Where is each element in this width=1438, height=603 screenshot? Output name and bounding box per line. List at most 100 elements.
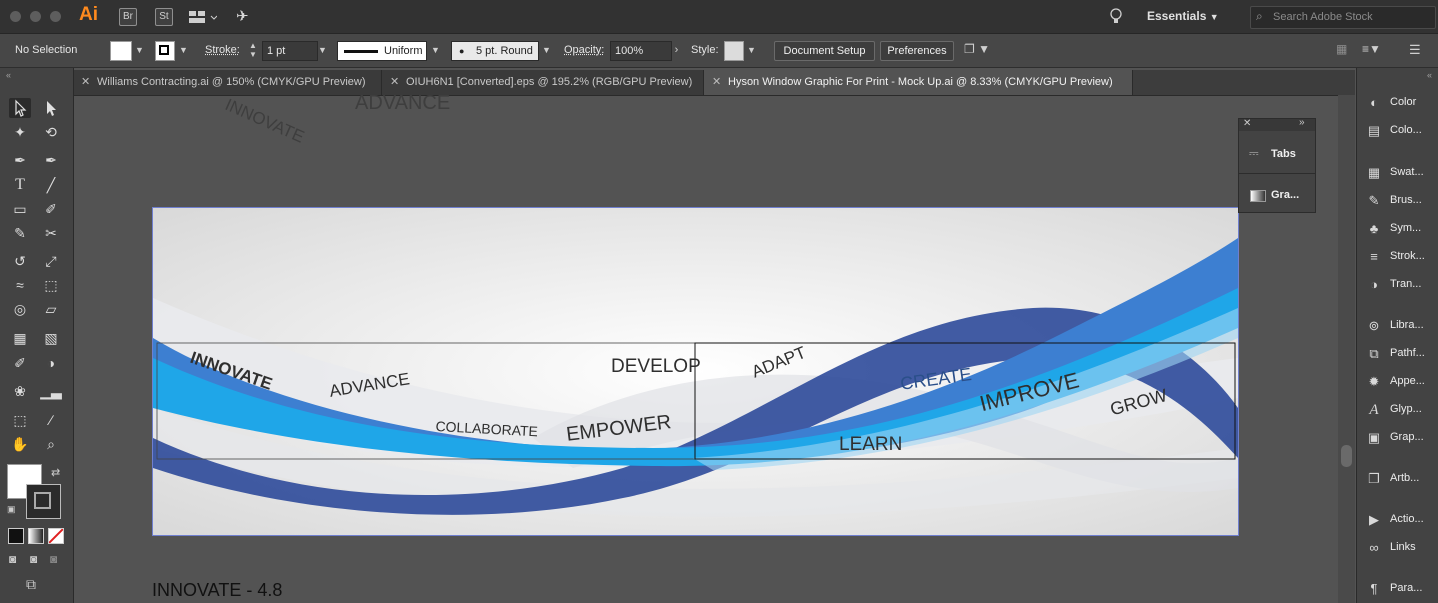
symbol-sprayer-tool-icon[interactable]: ❀ xyxy=(9,381,31,401)
close-tab-icon[interactable]: ✕ xyxy=(712,70,722,95)
stock-button[interactable]: St xyxy=(155,8,173,26)
change-screen-mode-icon[interactable]: ⧉ xyxy=(26,576,36,593)
stroke-swatch[interactable] xyxy=(155,41,175,61)
gpu-performance-icon[interactable]: ✈ xyxy=(236,7,256,25)
fill-dropdown-icon[interactable]: ▼ xyxy=(133,41,146,59)
bridge-button[interactable]: Br xyxy=(119,8,137,26)
default-fill-stroke-icon[interactable]: ▣ xyxy=(7,504,16,515)
rectangle-tool-icon[interactable]: ▭ xyxy=(9,199,31,219)
rotate-tool-icon[interactable]: ↺ xyxy=(9,251,31,271)
artboard-tool-icon[interactable]: ⬚ xyxy=(9,410,31,430)
scissors-tool-icon[interactable]: ✂ xyxy=(40,223,62,243)
curvature-tool-icon[interactable]: ✒ xyxy=(40,150,62,170)
workspace-switcher[interactable]: Essentials ▼ xyxy=(1147,9,1219,23)
panel-symbols[interactable]: ♣ Sym... xyxy=(1365,218,1437,240)
stock-search-input[interactable]: ⌕ Search Adobe Stock xyxy=(1250,6,1436,29)
panel-graphic-styles[interactable]: ▣ Grap... xyxy=(1365,427,1437,449)
panel-actions[interactable]: ▶ Actio... xyxy=(1365,509,1437,531)
artboard[interactable]: INNOVATE ADVANCE COLLABORATE EMPOWER DEV… xyxy=(152,207,1239,536)
stroke-color-dropdown-icon[interactable]: ▼ xyxy=(177,41,190,59)
brush-definition[interactable]: ● 5 pt. Round xyxy=(451,41,539,61)
direct-selection-tool-icon[interactable] xyxy=(40,98,62,118)
gradient-tool-icon[interactable]: ▧ xyxy=(40,328,62,348)
minimize-window-icon[interactable] xyxy=(30,11,41,22)
mesh-tool-icon[interactable]: ▦ xyxy=(9,328,31,348)
close-window-icon[interactable] xyxy=(10,11,21,22)
scale-tool-icon[interactable]: ⤢ xyxy=(40,251,62,271)
draw-inside-icon[interactable]: ◙ xyxy=(50,552,57,566)
expand-panel-icon[interactable]: » xyxy=(1299,117,1305,128)
align-icon[interactable]: ▦ xyxy=(1336,42,1350,58)
variable-width-profile[interactable]: Uniform xyxy=(337,41,427,61)
panel-artboards[interactable]: ❐ Artb... xyxy=(1365,468,1437,490)
column-graph-tool-icon[interactable]: ▁▃ xyxy=(40,381,62,401)
color-mode-icon[interactable] xyxy=(8,528,24,544)
panel-links[interactable]: ∞ Links xyxy=(1365,537,1437,559)
stroke-weight-field[interactable]: 1 pt xyxy=(262,41,318,61)
panel-color[interactable]: ◐ Color xyxy=(1365,92,1437,114)
slice-tool-icon[interactable]: ∕ xyxy=(40,410,62,430)
panel-swatches[interactable]: ▦ Swat... xyxy=(1365,162,1437,184)
panel-stroke[interactable]: ≡ Strok... xyxy=(1365,246,1437,268)
panel-pathfinder[interactable]: ⧉ Pathf... xyxy=(1365,343,1437,365)
blend-tool-icon[interactable]: ◑ xyxy=(40,353,62,373)
pen-tool-icon[interactable]: ✒ xyxy=(9,150,31,170)
profile-dropdown-icon[interactable]: ▼ xyxy=(429,41,442,59)
panel-appearance[interactable]: ✹ Appe... xyxy=(1365,371,1437,393)
close-panel-icon[interactable]: ✕ xyxy=(1243,118,1251,129)
panel-brushes[interactable]: ✎ Brus... xyxy=(1365,190,1437,212)
panel-paragraph[interactable]: ¶ Para... xyxy=(1365,578,1437,600)
shape-builder-tool-icon[interactable]: ◎ xyxy=(9,299,31,319)
expand-dock-icon[interactable]: « xyxy=(1427,70,1432,80)
arrange-documents-button[interactable] xyxy=(189,9,218,25)
swap-fill-stroke-icon[interactable]: ⇄ xyxy=(51,466,60,479)
selection-tool-icon[interactable] xyxy=(9,98,31,118)
document-setup-button[interactable]: Document Setup xyxy=(774,41,875,61)
tabs-panel-button[interactable]: ⎓ Tabs xyxy=(1247,145,1311,165)
perspective-grid-tool-icon[interactable]: ▱ xyxy=(40,299,62,319)
vertical-scrollbar[interactable] xyxy=(1338,95,1355,603)
panel-header[interactable]: ✕ » xyxy=(1239,117,1315,131)
arrange-icon[interactable]: ❐ ▼ xyxy=(964,42,994,60)
gradient-mode-icon[interactable] xyxy=(28,528,44,544)
free-transform-tool-icon[interactable]: ⬚ xyxy=(40,275,62,295)
zoom-tool-icon[interactable]: ⌕ xyxy=(40,434,62,454)
preferences-button[interactable]: Preferences xyxy=(880,41,954,61)
lasso-tool-icon[interactable]: ⟲ xyxy=(40,122,62,142)
tab-williams-contracting[interactable]: ✕ Williams Contracting.ai @ 150% (CMYK/GP… xyxy=(73,70,382,95)
draw-normal-icon[interactable]: ◙ xyxy=(9,552,16,566)
type-tool-icon[interactable]: T xyxy=(9,175,31,195)
panel-color-guide[interactable]: ▤ Colo... xyxy=(1365,120,1437,142)
style-dropdown-icon[interactable]: ▼ xyxy=(745,41,758,59)
eyedropper-tool-icon[interactable]: ✐ xyxy=(9,353,31,373)
gradient-panel-button[interactable]: Gra... xyxy=(1247,186,1311,206)
fill-swatch[interactable] xyxy=(110,41,132,61)
panel-transparency[interactable]: ◑ Tran... xyxy=(1365,274,1437,296)
opacity-slider-arrow-icon[interactable]: › xyxy=(670,41,683,59)
stroke-color-box[interactable] xyxy=(26,484,61,519)
line-segment-tool-icon[interactable]: ╱ xyxy=(40,175,62,195)
lightbulb-icon[interactable] xyxy=(1109,7,1123,25)
stroke-weight-stepper[interactable]: ▲ ▼ xyxy=(246,41,260,59)
collapse-panel-icon[interactable]: « xyxy=(6,70,11,80)
none-mode-icon[interactable] xyxy=(48,528,64,544)
panel-menu-icon[interactable]: ☰ xyxy=(1409,42,1423,58)
zoom-window-icon[interactable] xyxy=(50,11,61,22)
panel-glyphs[interactable]: A Glyp... xyxy=(1365,399,1437,421)
graphic-style-swatch[interactable] xyxy=(724,41,744,61)
tab-hyson-window-graphic[interactable]: ✕ Hyson Window Graphic For Print - Mock U… xyxy=(704,70,1133,95)
panel-libraries[interactable]: ⊚ Libra... xyxy=(1365,315,1437,337)
width-tool-icon[interactable]: ≈ xyxy=(9,275,31,295)
draw-behind-icon[interactable]: ◙ xyxy=(30,552,37,566)
opacity-label[interactable]: Opacity: xyxy=(564,44,604,56)
paintbrush-tool-icon[interactable]: ✐ xyxy=(40,199,62,219)
opacity-field[interactable]: 100% xyxy=(610,41,672,61)
shaper-tool-icon[interactable]: ✎ xyxy=(9,223,31,243)
close-tab-icon[interactable]: ✕ xyxy=(81,70,91,95)
stroke-weight-dropdown-icon[interactable]: ▼ xyxy=(316,41,329,59)
brush-dropdown-icon[interactable]: ▼ xyxy=(540,41,553,59)
stroke-label[interactable]: Stroke: xyxy=(205,44,240,56)
transform-icon[interactable]: ≡▼ xyxy=(1362,42,1388,58)
scrollbar-thumb[interactable] xyxy=(1341,445,1352,467)
magic-wand-tool-icon[interactable]: ✦ xyxy=(9,122,31,142)
